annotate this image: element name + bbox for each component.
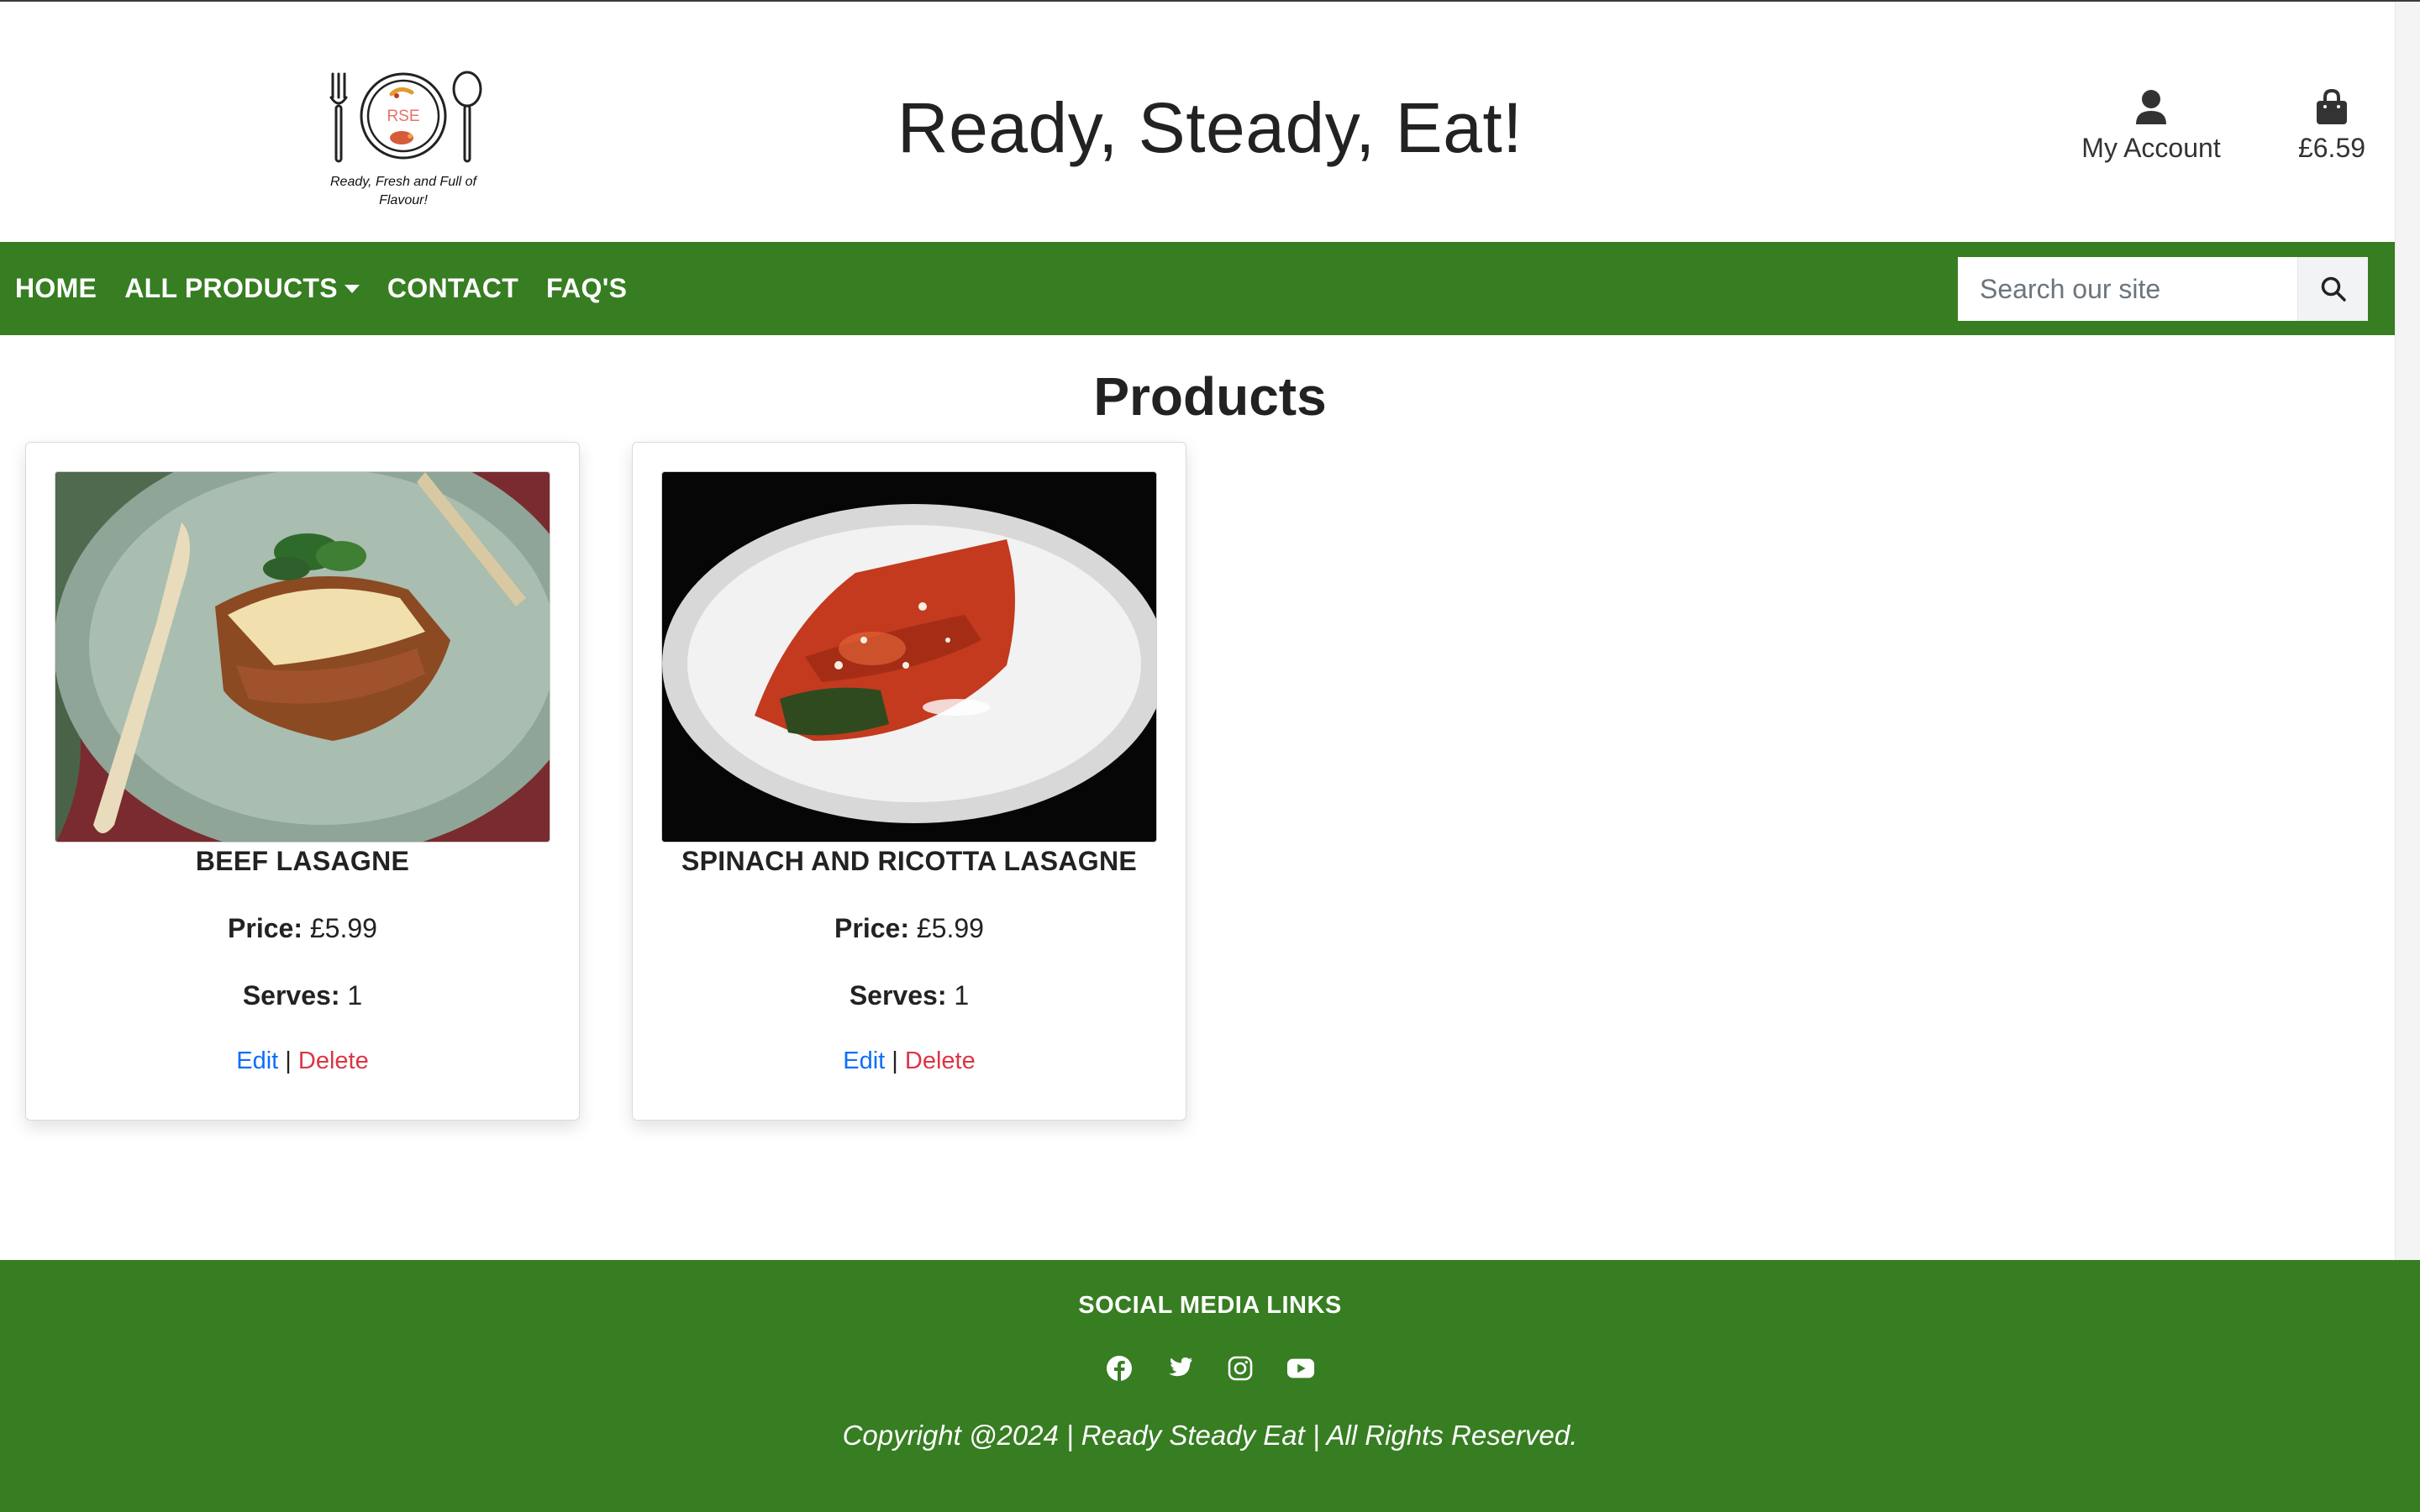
delete-link[interactable]: Delete	[298, 1047, 369, 1074]
nav-item-label: HOME	[15, 273, 97, 303]
my-account-label: My Account	[2081, 133, 2221, 163]
edit-link[interactable]: Edit	[236, 1047, 278, 1074]
product-name: SPINACH AND RICOTTA LASAGNE	[681, 846, 1138, 876]
nav-item-label: ALL PRODUCTS	[124, 273, 338, 303]
price-value: £5.99	[309, 913, 377, 943]
product-name: BEEF LASAGNE	[195, 846, 410, 876]
product-price: Price: £5.99	[26, 913, 579, 944]
social-links	[0, 1354, 2420, 1383]
nav-item-all-products[interactable]: ALL PRODUCTS	[124, 273, 360, 304]
my-account-link[interactable]: My Account	[2067, 89, 2235, 164]
product-admin-actions: Edit | Delete	[26, 1047, 579, 1075]
product-card: SPINACH AND RICOTTA LASAGNE Price: £5.99…	[632, 442, 1186, 1121]
site-footer: SOCIAL MEDIA LINKS Copyright @2024 | Rea…	[0, 1260, 2420, 1512]
site-title: Ready, Steady, Eat!	[897, 88, 1523, 167]
serves-label: Serves:	[849, 980, 947, 1011]
beef-lasagne-photo	[55, 472, 550, 842]
nav-item-label: FAQ'S	[546, 273, 628, 303]
price-label: Price:	[228, 913, 302, 943]
action-separator: |	[892, 1047, 898, 1074]
user-icon	[2136, 90, 2166, 124]
twitter-icon[interactable]	[1165, 1354, 1194, 1383]
instagram-icon[interactable]	[1226, 1354, 1255, 1383]
serves-label: Serves:	[242, 980, 340, 1011]
main-nav-bar: HOME ALL PRODUCTS CONTACT FAQ'S	[0, 242, 2395, 335]
bag-total: £6.59	[2297, 133, 2366, 163]
footer-title: SOCIAL MEDIA LINKS	[1078, 1292, 1342, 1319]
product-serves: Serves: 1	[633, 980, 1186, 1011]
delete-link[interactable]: Delete	[905, 1047, 976, 1074]
nav-item-contact[interactable]: CONTACT	[387, 273, 518, 304]
shopping-bag-link[interactable]: £6.59	[2281, 89, 2382, 164]
serves-value: 1	[347, 980, 363, 1011]
product-card: BEEF LASAGNE Price: £5.99 Serves: 1 Edit…	[25, 442, 580, 1121]
nav-links: HOME ALL PRODUCTS CONTACT FAQ'S	[15, 242, 627, 335]
logo-tagline-line1: Ready, Fresh and Full of	[329, 175, 476, 189]
serves-value: 1	[954, 980, 970, 1011]
facebook-icon[interactable]	[1105, 1354, 1134, 1383]
caret-down-icon	[344, 284, 360, 293]
search-button[interactable]	[2297, 257, 2368, 321]
product-image-spinach-ricotta-lasagne[interactable]	[661, 471, 1157, 843]
action-separator: |	[285, 1047, 292, 1074]
copyright-text: Copyright @2024 | Ready Steady Eat | All…	[842, 1420, 1578, 1451]
search-input[interactable]	[1958, 257, 2297, 321]
nav-item-label: CONTACT	[387, 273, 519, 303]
product-admin-actions: Edit | Delete	[633, 1047, 1186, 1075]
youtube-icon[interactable]	[1286, 1354, 1315, 1383]
spinach-ricotta-lasagne-photo	[662, 472, 1156, 842]
logo-tagline-line2: Flavour!	[379, 193, 428, 207]
product-grid: BEEF LASAGNE Price: £5.99 Serves: 1 Edit…	[25, 442, 1186, 1121]
page-title: Products	[1093, 366, 1327, 427]
site-header: RSE Ready, Fresh and Full of Flavour! Re…	[0, 2, 2395, 242]
nav-item-faqs[interactable]: FAQ'S	[546, 273, 627, 304]
product-price: Price: £5.99	[633, 913, 1186, 944]
shopping-bag-icon	[2317, 89, 2347, 124]
product-serves: Serves: 1	[26, 980, 579, 1011]
magnifier-icon	[2321, 276, 2346, 302]
search-form	[1958, 257, 2368, 321]
product-image-beef-lasagne[interactable]	[55, 471, 550, 843]
scrollbar-track[interactable]	[2395, 2, 2420, 1260]
nav-item-home[interactable]: HOME	[15, 273, 97, 304]
price-label: Price:	[834, 913, 909, 943]
logo-tagline: Ready, Fresh and Full of Flavour!	[319, 173, 487, 210]
edit-link[interactable]: Edit	[843, 1047, 885, 1074]
price-value: £5.99	[916, 913, 984, 943]
